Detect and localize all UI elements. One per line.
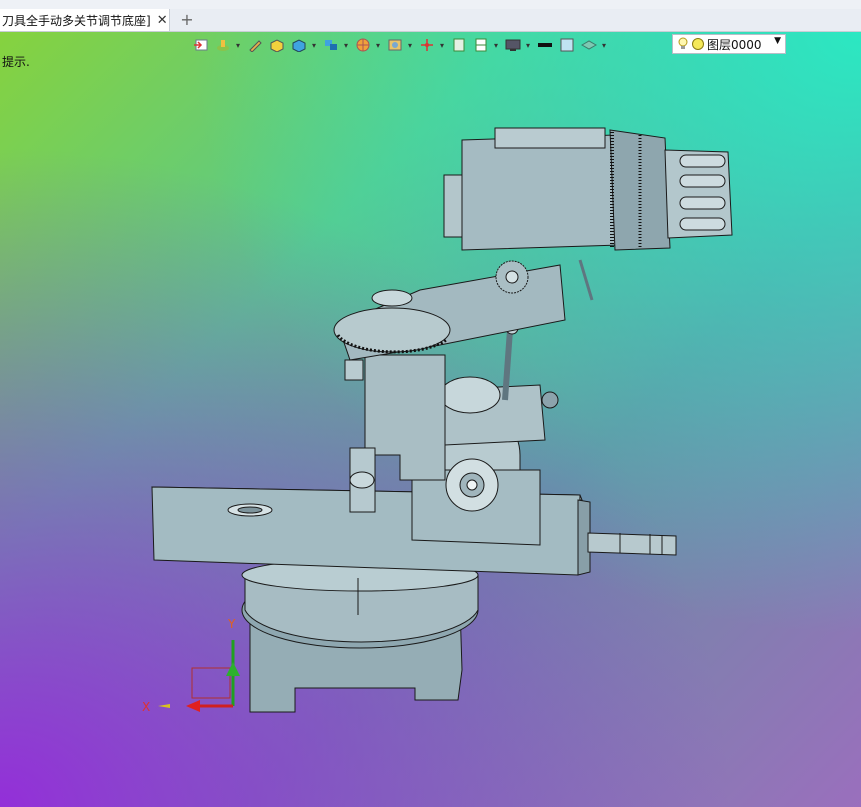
motor-body <box>461 134 621 251</box>
axis-x-label: X <box>142 700 150 714</box>
feed-shaft <box>587 532 677 556</box>
column <box>364 354 446 481</box>
cad-model-view[interactable]: X Y <box>0 0 861 807</box>
axis-triad: X Y <box>142 617 240 714</box>
axis-y-label: Y <box>227 617 236 631</box>
